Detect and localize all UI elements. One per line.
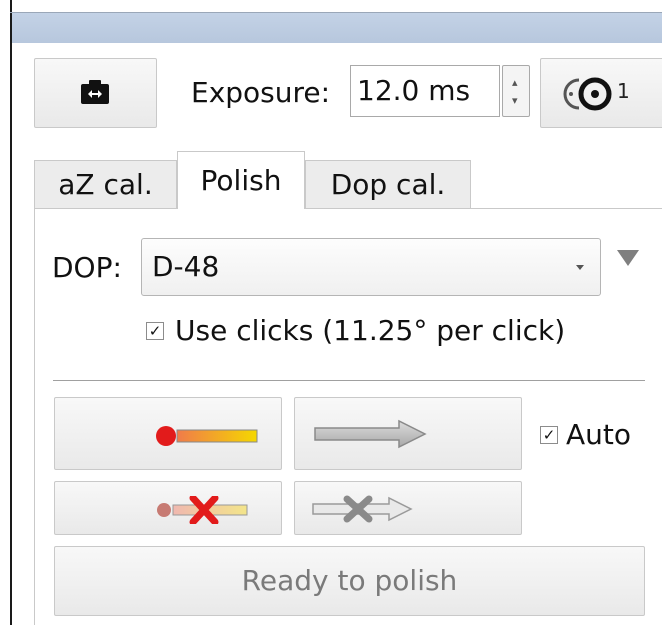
tab-polish[interactable]: Polish bbox=[177, 151, 305, 209]
window-left-border bbox=[10, 0, 12, 625]
auto-checkbox[interactable]: ✓ bbox=[540, 426, 558, 444]
use-clicks-checkbox[interactable]: ✓ bbox=[146, 322, 164, 340]
ready-to-polish-label: Ready to polish bbox=[241, 564, 458, 597]
cancel-polish-button[interactable] bbox=[54, 481, 282, 535]
polarization-channel-icon bbox=[563, 77, 612, 111]
exposure-input[interactable]: 12.0 ms bbox=[350, 65, 500, 117]
ready-to-polish-button[interactable]: Ready to polish bbox=[54, 546, 645, 616]
cancel-forward-button[interactable] bbox=[294, 481, 522, 535]
channel-number: 1 bbox=[617, 79, 630, 103]
use-clicks-label: Use clicks (11.25° per click) bbox=[175, 314, 566, 347]
stepper-down-icon[interactable]: ▾ bbox=[512, 95, 518, 106]
tab-dop-cal[interactable]: Dop cal. bbox=[305, 160, 471, 209]
right-arrow-icon bbox=[314, 419, 427, 449]
chevron-down-icon bbox=[576, 265, 584, 270]
camera-swap-icon bbox=[81, 80, 109, 104]
polish-gradient-icon bbox=[156, 426, 258, 446]
channel-button[interactable]: 1 bbox=[540, 58, 662, 128]
stepper-up-icon[interactable]: ▴ bbox=[512, 77, 518, 88]
right-arrow-cancel-icon bbox=[312, 495, 413, 523]
dop-menu-icon[interactable] bbox=[617, 250, 639, 266]
auto-label: Auto bbox=[566, 418, 632, 451]
dop-select[interactable]: D-48 bbox=[141, 238, 601, 296]
start-polish-button[interactable] bbox=[54, 397, 282, 470]
dop-selected-value: D-48 bbox=[152, 250, 220, 283]
dop-label: DOP: bbox=[52, 251, 122, 284]
exposure-label: Exposure: bbox=[191, 76, 331, 109]
polish-cancel-icon bbox=[157, 496, 248, 524]
camera-button[interactable] bbox=[34, 58, 157, 128]
tab-az-cal[interactable]: aZ cal. bbox=[34, 160, 177, 209]
polish-forward-button[interactable] bbox=[294, 397, 522, 470]
section-divider bbox=[53, 380, 645, 381]
window-titlebar bbox=[12, 13, 662, 43]
exposure-stepper[interactable]: ▴ ▾ bbox=[502, 65, 530, 117]
